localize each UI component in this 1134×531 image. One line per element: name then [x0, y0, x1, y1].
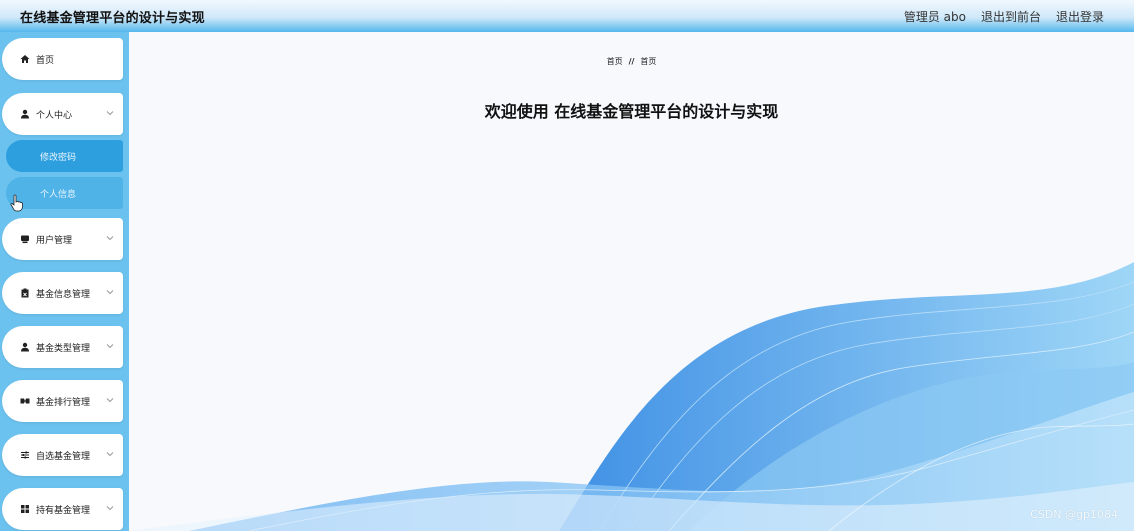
sidebar-item-home[interactable]: 首页 — [2, 38, 123, 80]
user-manage-icon — [20, 234, 30, 244]
sidebar: 首页 个人中心 修改密码 个人信息 用户管理 基金信息管理 基金类型管理 基金排… — [0, 32, 129, 531]
user-icon — [20, 342, 30, 352]
logout-link[interactable]: 退出登录 — [1056, 8, 1104, 25]
breadcrumb-home[interactable]: 首页 — [607, 57, 623, 66]
breadcrumb-separator: // — [628, 57, 635, 66]
sidebar-item-fund-info-management[interactable]: 基金信息管理 — [2, 272, 123, 314]
grid-icon — [20, 504, 30, 514]
hand-cursor-icon — [10, 194, 23, 212]
sidebar-item-label: 基金类型管理 — [36, 343, 91, 354]
home-icon — [20, 54, 30, 64]
chevron-down-icon — [106, 398, 114, 403]
chevron-down-icon — [106, 111, 114, 116]
back-to-frontend-link[interactable]: 退出到前台 — [981, 8, 1041, 25]
sidebar-item-label: 个人中心 — [36, 110, 73, 121]
sidebar-item-label: 自选基金管理 — [36, 451, 91, 462]
clipboard-icon — [20, 288, 30, 298]
top-header: 在线基金管理平台的设计与实现 管理员 abo 退出到前台 退出登录 — [0, 0, 1134, 32]
sidebar-item-label: 用户管理 — [36, 235, 73, 246]
sidebar-subitem-change-password[interactable]: 修改密码 — [6, 140, 123, 172]
chevron-down-icon — [106, 236, 114, 241]
app-title: 在线基金管理平台的设计与实现 — [20, 10, 205, 26]
sidebar-item-personal-center[interactable]: 个人中心 — [2, 93, 123, 135]
sidebar-item-fund-ranking-management[interactable]: 基金排行管理 — [2, 380, 123, 422]
breadcrumb: 首页 // 首页 — [129, 56, 1134, 67]
breadcrumb-current: 首页 — [640, 57, 657, 66]
main-content: 首页 // 首页 欢迎使用 在线基金管理平台的设计与实现 CSDN @gp1084 — [129, 32, 1134, 531]
chevron-down-icon — [106, 344, 114, 349]
top-actions: 管理员 abo 退出到前台 退出登录 — [904, 8, 1104, 25]
sidebar-subitem-label: 修改密码 — [40, 152, 77, 163]
watermark: CSDN @gp1084 — [1030, 508, 1118, 521]
sliders-icon — [20, 450, 30, 460]
chevron-down-icon — [106, 506, 114, 511]
chevron-down-icon — [106, 452, 114, 457]
sidebar-item-watchlist-fund-management[interactable]: 自选基金管理 — [2, 434, 123, 476]
sidebar-subitem-label: 个人信息 — [40, 189, 77, 200]
ranking-icon — [20, 396, 30, 406]
sidebar-item-label: 基金信息管理 — [36, 289, 91, 300]
sidebar-item-label: 持有基金管理 — [36, 505, 91, 516]
sidebar-item-user-management[interactable]: 用户管理 — [2, 218, 123, 260]
admin-user-label[interactable]: 管理员 abo — [904, 8, 966, 25]
sidebar-item-label: 首页 — [36, 55, 55, 66]
sidebar-item-holding-fund-management[interactable]: 持有基金管理 — [2, 488, 123, 530]
sidebar-item-fund-type-management[interactable]: 基金类型管理 — [2, 326, 123, 368]
chevron-down-icon — [106, 290, 114, 295]
welcome-title: 欢迎使用 在线基金管理平台的设计与实现 — [484, 102, 779, 121]
user-icon — [20, 109, 30, 119]
sidebar-item-label: 基金排行管理 — [36, 397, 91, 408]
